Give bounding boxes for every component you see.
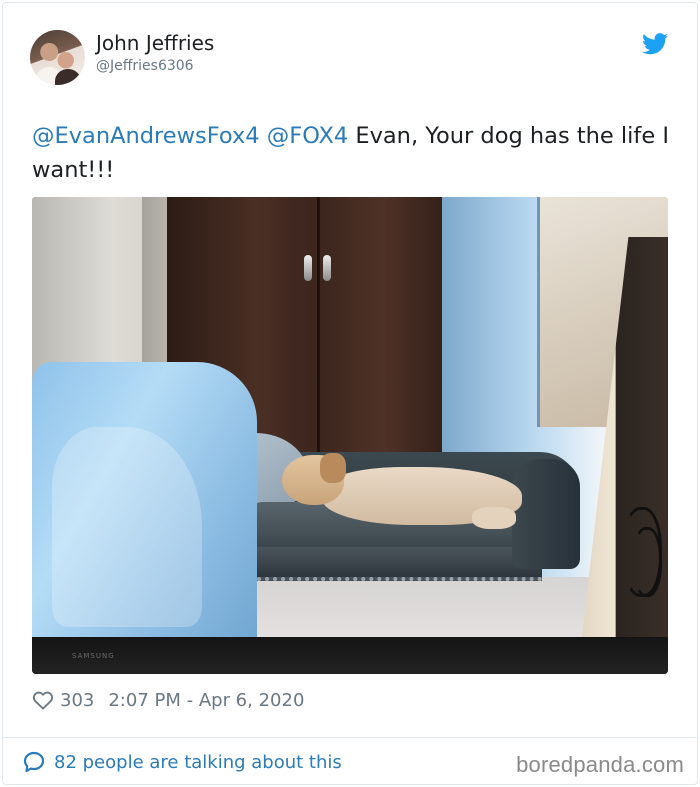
- photo-couch-arm: [512, 459, 580, 569]
- twitter-bird-icon[interactable]: [642, 33, 668, 55]
- author-handle[interactable]: @Jeffries6306: [96, 58, 194, 74]
- conversation-link[interactable]: 82 people are talking about this: [22, 750, 342, 774]
- author-avatar[interactable]: [30, 30, 85, 85]
- heart-icon[interactable]: [32, 690, 54, 710]
- speech-bubble-icon: [23, 751, 45, 773]
- photo-knob: [304, 255, 312, 281]
- photo-tv-bezel: [32, 637, 668, 674]
- like-count[interactable]: 303: [60, 690, 94, 711]
- tweet-timestamp[interactable]: 2:07 PM - Apr 6, 2020: [108, 690, 304, 711]
- conversation-text: 82 people are talking about this: [54, 751, 342, 773]
- tweet-meta: 303 2:07 PM - Apr 6, 2020: [32, 688, 304, 712]
- mention-link[interactable]: @FOX4: [267, 123, 348, 149]
- tv-brand-logo: SAMSUNG: [72, 652, 115, 660]
- photo-cable: [632, 527, 662, 597]
- tweet-photo[interactable]: SAMSUNG: [32, 197, 668, 674]
- photo-knob: [323, 255, 331, 281]
- photo-dog-leg: [472, 507, 516, 529]
- mention-link[interactable]: @EvanAndrewsFox4: [32, 123, 260, 149]
- author-name[interactable]: John Jeffries: [96, 31, 214, 55]
- photo-blanket-shade: [52, 427, 202, 627]
- photo-dog-ear: [320, 453, 346, 483]
- avatar-person-2: [55, 69, 81, 85]
- watermark: boredpanda.com: [516, 752, 684, 777]
- divider: [2, 737, 698, 738]
- tweet-text: @EvanAndrewsFox4 @FOX4 Evan, Your dog ha…: [32, 119, 672, 187]
- photo-couch-base: [257, 547, 542, 581]
